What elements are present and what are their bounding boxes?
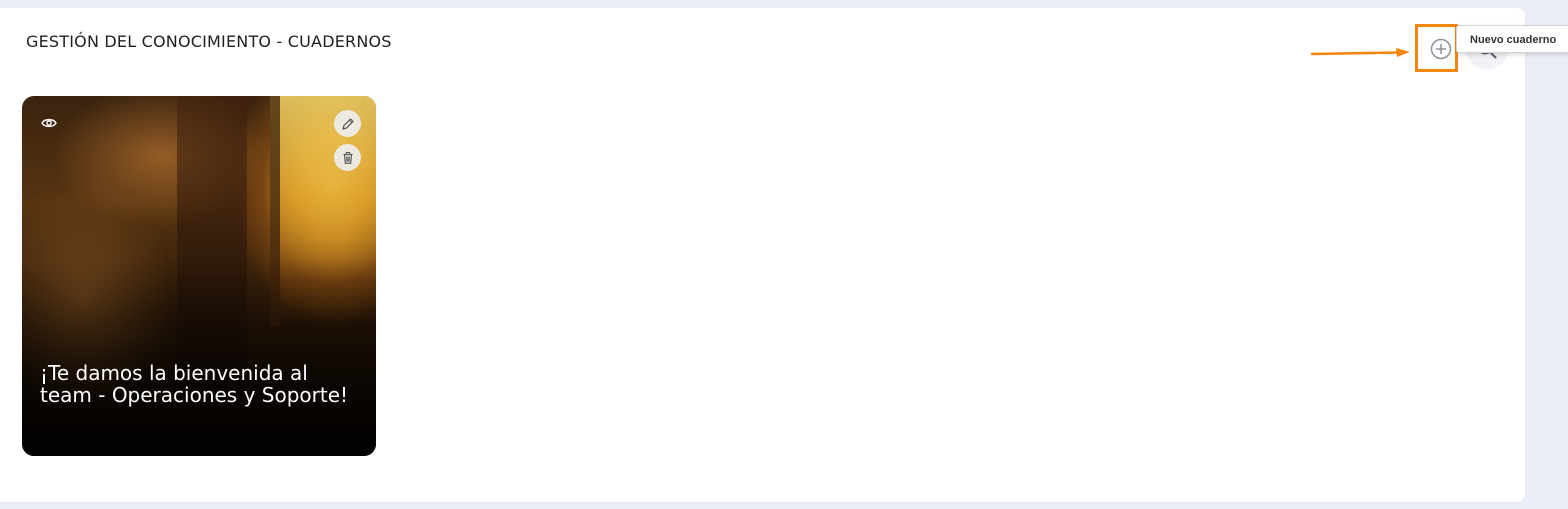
notebook-card[interactable]: ¡Te damos la bienvenida al team - Operac…	[22, 96, 376, 456]
notebook-card-title: ¡Te damos la bienvenida al team - Operac…	[40, 361, 349, 407]
edit-notebook-button[interactable]	[334, 110, 361, 137]
notebooks-panel: GESTIÓN DEL CONOCIMIENTO - CUADERNOS Nue…	[0, 8, 1568, 502]
trash-icon	[343, 151, 352, 164]
pointer-arrow	[1310, 48, 1410, 57]
plus-circle-icon	[1430, 38, 1452, 60]
eye-icon[interactable]	[38, 114, 60, 132]
delete-notebook-button[interactable]	[334, 144, 361, 171]
pencil-icon	[341, 117, 354, 130]
new-notebook-tooltip: Nuevo cuaderno	[1456, 25, 1568, 53]
page-title: GESTIÓN DEL CONOCIMIENTO - CUADERNOS	[26, 32, 392, 51]
